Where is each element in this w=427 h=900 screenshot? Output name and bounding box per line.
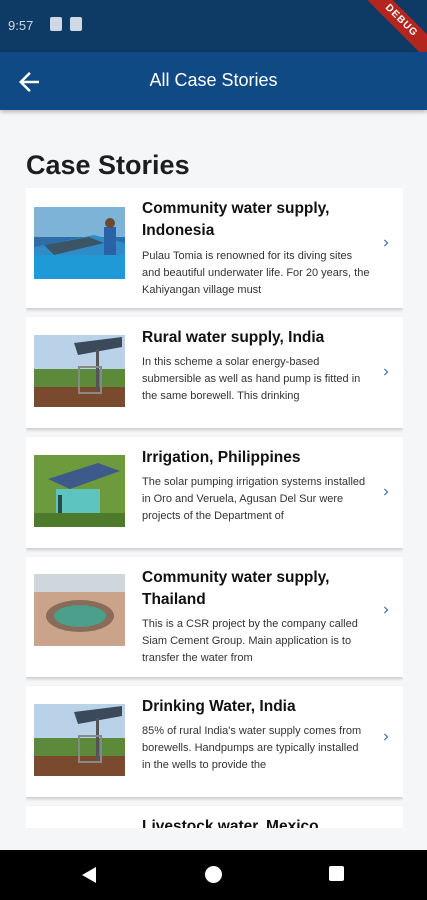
story-title: Livestock water, Mexico [142,818,319,828]
story-thumbnail [34,574,125,646]
chevron-right-icon [384,488,389,496]
story-thumbnail [34,826,125,828]
nav-back-icon[interactable] [80,866,98,884]
chevron-right-icon [384,239,389,247]
story-description: 85% of rural India's water supply comes … [142,725,362,771]
story-description: This is a CSR project by the company cal… [142,618,358,664]
story-description: The solar pumping irrigation systems ins… [142,476,366,522]
story-title: Community water supply, Indonesia [142,200,330,239]
status-icons [50,17,82,31]
case-story-list: Community water supply, Indonesia Pulau … [26,188,403,828]
case-story-card[interactable]: Community water supply, Indonesia Pulau … [26,188,403,308]
story-thumbnail [34,704,125,776]
system-navigation-bar [0,850,427,900]
nav-home-icon[interactable] [205,866,222,883]
app-bar-title: All Case Stories [149,70,278,90]
story-thumbnail [34,335,125,407]
case-story-card[interactable]: Irrigation, Philippines The solar pumpin… [26,437,403,548]
case-story-card[interactable]: Rural water supply, India In this scheme… [26,317,403,428]
notification-icon [50,17,62,31]
story-title: Community water supply, Thailand [142,569,330,608]
sd-card-icon [70,17,82,31]
nav-recents-icon[interactable] [329,866,344,881]
status-time: 9:57 [8,18,34,33]
case-story-card[interactable]: Community water supply, Thailand This is… [26,557,403,677]
chevron-right-icon [384,733,389,741]
story-thumbnail [34,207,125,279]
story-title: Drinking Water, India [142,698,296,715]
story-title: Rural water supply, India [142,329,325,346]
chevron-right-icon [384,606,389,614]
status-bar: 9:57 DEBUG [0,0,427,70]
story-title: Irrigation, Philippines [142,449,301,466]
story-description: In this scheme a solar energy-based subm… [142,356,361,402]
case-story-card[interactable]: Drinking Water, India 85% of rural India… [26,686,403,797]
story-thumbnail [34,455,125,527]
app-bar: All Case Stories [0,52,427,110]
page-title: Case Stories [26,150,190,180]
story-description: Pulau Tomia is renowned for its diving s… [142,250,370,296]
chevron-right-icon [384,368,389,376]
case-story-card[interactable]: Livestock water, Mexico [26,806,403,828]
